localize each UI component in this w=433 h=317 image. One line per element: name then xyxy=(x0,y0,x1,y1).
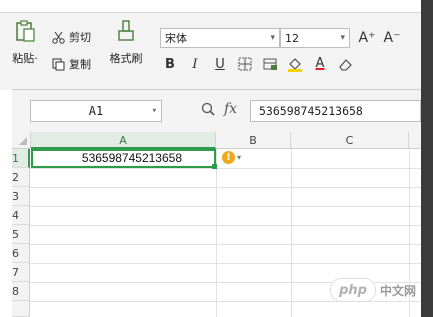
font-name-select[interactable]: 宋体 ▾ xyxy=(160,28,280,48)
grid-line xyxy=(291,149,292,317)
grid-line xyxy=(216,149,217,317)
grid-line xyxy=(30,187,421,188)
column-header-c[interactable]: C xyxy=(291,132,409,149)
insert-function-button[interactable]: fx xyxy=(224,101,237,117)
format-painter-label: 格式刷 xyxy=(109,52,143,65)
column-header-d[interactable] xyxy=(409,132,421,149)
paste-button[interactable]: 粘贴· xyxy=(8,19,42,66)
scissors-icon xyxy=(52,31,65,44)
font-color-button[interactable]: A xyxy=(310,54,330,74)
format-painter-button[interactable]: 格式刷 xyxy=(106,19,146,66)
formula-bar: A1 ▾ fx 536598745213658 xyxy=(12,89,421,134)
cell-a1[interactable]: 536598745213658 xyxy=(31,149,216,168)
formula-input[interactable]: 536598745213658 xyxy=(250,100,421,122)
font-size-select[interactable]: 12 ▾ xyxy=(280,28,350,48)
grid-line xyxy=(30,168,421,169)
fill-handle[interactable] xyxy=(212,164,217,169)
watermark-logo: php xyxy=(330,278,376,302)
chevron-down-icon: ▾ xyxy=(237,153,242,162)
chevron-down-icon: ▾ xyxy=(340,33,345,43)
shrink-font-button[interactable]: A⁻ xyxy=(382,28,402,48)
row-header-6[interactable]: 6 xyxy=(12,244,30,263)
format-toolbar-row: B I U A xyxy=(160,54,355,74)
font-color-glyph: A xyxy=(315,56,325,71)
clipboard-icon xyxy=(16,20,35,42)
column-header-b[interactable]: B xyxy=(216,132,291,149)
borders-icon xyxy=(238,57,252,71)
name-box[interactable]: A1 ▾ xyxy=(30,100,162,122)
italic-button[interactable]: I xyxy=(185,54,205,74)
warning-icon: ! xyxy=(222,151,235,164)
format-painter-icon xyxy=(118,20,134,41)
name-box-value: A1 xyxy=(88,104,104,118)
triangle-icon xyxy=(19,137,27,145)
borders-button[interactable] xyxy=(235,54,255,74)
grid-line xyxy=(30,206,421,207)
cut-button[interactable]: 剪切 xyxy=(52,29,91,45)
home-ribbon: 粘贴· 剪切 复制 格式刷 宋体 ▾ 12 ▾ A⁺ A⁻ B I U A xyxy=(0,12,433,90)
cut-label: 剪切 xyxy=(69,31,91,44)
font-size-value: 12 xyxy=(285,31,299,45)
grow-font-button[interactable]: A⁺ xyxy=(357,28,377,48)
fill-color-button[interactable] xyxy=(285,54,305,74)
cell-style-button[interactable] xyxy=(260,54,280,74)
grid-line xyxy=(30,225,421,226)
paste-label: 粘贴 xyxy=(12,52,35,65)
row-header-7[interactable]: 7 xyxy=(12,263,30,282)
row-header-2[interactable]: 2 xyxy=(12,168,30,187)
font-name-value: 宋体 xyxy=(165,32,187,45)
watermark-site-text: 中文网 xyxy=(380,283,417,298)
row-header-9[interactable] xyxy=(12,301,30,317)
window-top-edge xyxy=(0,0,433,12)
row-header-4[interactable]: 4 xyxy=(12,206,30,225)
window-right-edge xyxy=(421,0,433,317)
underline-button[interactable]: U xyxy=(210,54,230,74)
cell-style-icon xyxy=(263,58,277,70)
grid-line xyxy=(30,263,421,264)
zoom-search-icon[interactable] xyxy=(200,101,216,120)
copy-icon xyxy=(52,58,65,70)
copy-button[interactable]: 复制 xyxy=(52,56,91,72)
paste-dropdown-icon[interactable]: · xyxy=(34,52,38,65)
select-all-corner[interactable] xyxy=(12,132,31,149)
row-header-3[interactable]: 3 xyxy=(12,187,30,206)
chevron-down-icon: ▾ xyxy=(270,33,275,43)
chevron-down-icon: ▾ xyxy=(151,106,157,116)
clear-format-button[interactable] xyxy=(335,54,355,74)
row-header-5[interactable]: 5 xyxy=(12,225,30,244)
copy-label: 复制 xyxy=(69,58,91,71)
column-header-a[interactable]: A xyxy=(31,132,216,149)
watermark: php 中文网 xyxy=(330,276,421,304)
eraser-icon xyxy=(338,58,352,71)
bold-button[interactable]: B xyxy=(160,54,180,74)
row-header-8[interactable]: 8 xyxy=(12,282,30,301)
row-header-1[interactable]: 1 xyxy=(12,149,30,168)
paint-bucket-icon xyxy=(288,58,302,72)
error-check-button[interactable]: ! ▾ xyxy=(222,151,241,164)
grid-line xyxy=(30,244,421,245)
